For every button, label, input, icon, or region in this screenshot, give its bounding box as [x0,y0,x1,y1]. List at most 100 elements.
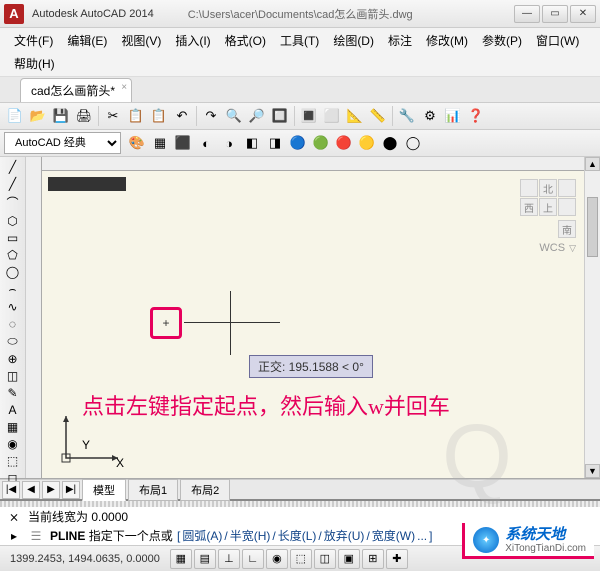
layout-nav-0[interactable]: |◀ [2,481,20,499]
prop-tool-btn-0[interactable]: 🎨 [126,132,148,154]
layout-tab-0[interactable]: 模型 [82,479,126,501]
menu-item-8[interactable]: 修改(M) [420,30,474,51]
prop-tool-btn-10[interactable]: 🟡 [356,132,378,154]
std-tool-btn-13[interactable]: ⬜ [321,105,343,127]
menu-item-10[interactable]: 窗口(W) [530,30,585,51]
std-tool-btn-16[interactable]: 🔧 [396,105,418,127]
prop-tool-btn-4[interactable]: ◑ [218,132,240,154]
std-tool-btn-17[interactable]: ⚙ [419,105,441,127]
prop-tool-btn-6[interactable]: ◨ [264,132,286,154]
menu-item-5[interactable]: 工具(T) [274,30,325,51]
std-tool-btn-18[interactable]: 📊 [442,105,464,127]
std-tool-btn-5[interactable]: 📋 [125,105,147,127]
status-toggle-6[interactable]: ◫ [314,549,336,569]
std-tool-btn-8[interactable]: ↷ [200,105,222,127]
draw-tool-btn-12[interactable]: ◫ [2,368,24,384]
wcs-label[interactable]: WCS▽ [539,242,576,254]
prop-tool-btn-2[interactable]: ⬛ [172,132,194,154]
workspace-select[interactable]: AutoCAD 经典 [4,132,121,154]
viewcube[interactable]: 北 西上 [520,179,576,216]
prop-tool-btn-11[interactable]: ⬤ [379,132,401,154]
draw-tool-btn-0[interactable]: ╱ [2,159,24,175]
scroll-thumb[interactable] [587,197,598,257]
draw-tool-btn-4[interactable]: ▭ [2,230,24,246]
std-tool-btn-3[interactable]: 🖨 [73,105,95,127]
command-prompt-text: 指定下一个点或 [89,529,173,543]
std-tool-btn-0[interactable]: 📄 [4,105,26,127]
status-toggle-8[interactable]: ⊞ [362,549,384,569]
prop-tool-btn-8[interactable]: 🟢 [310,132,332,154]
pick-point-marker [150,307,182,339]
status-toggle-5[interactable]: ⬚ [290,549,312,569]
draw-tool-btn-10[interactable]: ⬭ [2,333,24,350]
layout-nav-1[interactable]: ◀ [22,481,40,499]
horizontal-ruler [42,157,584,171]
std-tool-btn-11[interactable]: 🔲 [269,105,291,127]
menu-item-9[interactable]: 参数(P) [476,30,528,51]
draw-tool-btn-5[interactable]: ⬠ [2,247,24,263]
status-toggle-3[interactable]: ∟ [242,549,264,569]
watermark-logo-icon: ✦ [473,527,499,553]
drawing-canvas[interactable]: 北 西上 南 WCS▽ 正交: 195.1588 < 0° 点击左键指定起点，然… [42,171,584,478]
status-toggle-1[interactable]: ▤ [194,549,216,569]
status-toggle-4[interactable]: ◉ [266,549,288,569]
std-tool-btn-15[interactable]: 📏 [367,105,389,127]
command-options[interactable]: [圆弧(A)/半宽(H)/长度(L)/放弃(U)/宽度(W)...] [176,529,433,543]
std-tool-btn-19[interactable]: ❓ [465,105,487,127]
draw-tool-btn-14[interactable]: A [2,402,24,418]
std-tool-btn-14[interactable]: 📐 [344,105,366,127]
scroll-down-icon[interactable]: ▼ [585,464,600,478]
prop-tool-btn-5[interactable]: ◧ [241,132,263,154]
maximize-button[interactable]: ▭ [542,5,568,23]
prop-tool-btn-3[interactable]: ◐ [195,132,217,154]
command-close-icon[interactable]: ⨯ [6,509,22,525]
draw-tool-btn-15[interactable]: ▦ [2,419,24,435]
menu-item-1[interactable]: 编辑(E) [61,30,113,51]
menu-item-3[interactable]: 插入(I) [169,30,216,51]
draw-tool-btn-6[interactable]: ◯ [2,264,24,280]
std-tool-btn-10[interactable]: 🔎 [246,105,268,127]
menu-item-7[interactable]: 标注 [382,30,418,51]
prop-tool-btn-12[interactable]: ◯ [402,132,424,154]
std-tool-btn-6[interactable]: 📋 [148,105,170,127]
draw-tool-btn-13[interactable]: ✎ [2,385,24,401]
close-button[interactable]: ✕ [570,5,596,23]
layout-tab-1[interactable]: 布局1 [128,479,178,501]
viewcube-s[interactable]: 南 [558,220,576,238]
draw-tool-btn-7[interactable]: ⌢ [2,281,24,298]
prop-tool-btn-7[interactable]: 🔵 [287,132,309,154]
draw-tool-btn-2[interactable]: ⌒ [2,193,24,212]
std-tool-btn-9[interactable]: 🔍 [223,105,245,127]
prop-tool-btn-9[interactable]: 🔴 [333,132,355,154]
layout-tab-2[interactable]: 布局2 [180,479,230,501]
menu-item-11[interactable]: 帮助(H) [8,53,61,74]
std-tool-btn-12[interactable]: 🔳 [298,105,320,127]
close-tab-icon[interactable]: × [121,82,127,93]
status-toggle-9[interactable]: ✚ [386,549,408,569]
draw-tool-btn-9[interactable]: ◌ [2,316,24,332]
std-tool-btn-1[interactable]: 📂 [27,105,49,127]
draw-tool-btn-1[interactable]: ╱ [2,176,24,192]
draw-tool-btn-17[interactable]: ⬚ [2,453,24,469]
menu-item-2[interactable]: 视图(V) [115,30,167,51]
status-toggle-2[interactable]: ⊥ [218,549,240,569]
std-tool-btn-4[interactable]: ✂ [102,105,124,127]
menu-item-4[interactable]: 格式(O) [219,30,272,51]
vertical-scrollbar[interactable]: ▲ ▼ [584,157,600,478]
prop-tool-btn-1[interactable]: ▦ [149,132,171,154]
status-toggle-0[interactable]: ▦ [170,549,192,569]
minimize-button[interactable]: — [514,5,540,23]
document-tab[interactable]: cad怎么画箭头* × [20,78,132,102]
layout-nav-3[interactable]: ▶| [62,481,80,499]
scroll-up-icon[interactable]: ▲ [585,157,600,171]
menu-item-6[interactable]: 绘图(D) [327,30,380,51]
layout-nav-2[interactable]: ▶ [42,481,60,499]
draw-tool-btn-11[interactable]: ⊕ [2,351,24,367]
std-tool-btn-7[interactable]: ↶ [171,105,193,127]
draw-tool-btn-16[interactable]: ◉ [2,436,24,452]
draw-tool-btn-8[interactable]: ∿ [2,299,24,315]
status-toggle-7[interactable]: ▣ [338,549,360,569]
menu-item-0[interactable]: 文件(F) [8,30,59,51]
std-tool-btn-2[interactable]: 💾 [50,105,72,127]
draw-tool-btn-3[interactable]: ⬡ [2,213,24,229]
